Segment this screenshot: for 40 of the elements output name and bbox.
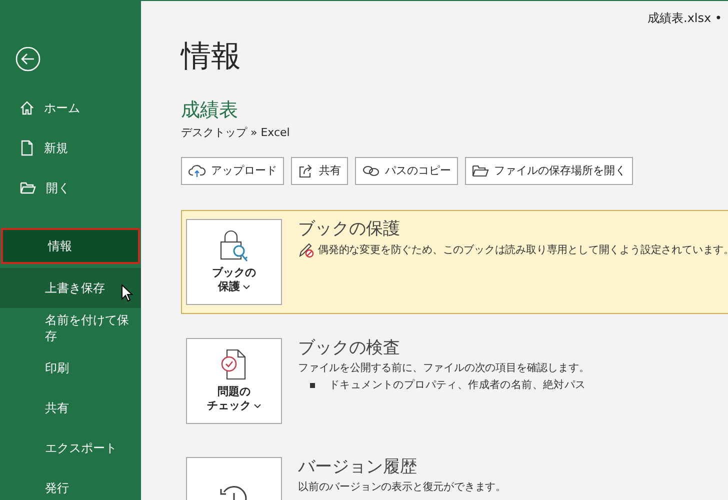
chevron-down-icon [243, 285, 250, 290]
sidebar-item[interactable]: 情報 [1, 228, 140, 264]
bullet-text: ドキュメントのプロパティ、作成者の名前、絶対パス [329, 378, 586, 392]
tile-button[interactable]: 問題の チェック [186, 338, 282, 424]
file-title: 成績表.xlsx • [648, 10, 723, 27]
action-button[interactable]: パスのコピー [355, 156, 458, 185]
sidebar-item[interactable]: ホーム [0, 88, 141, 128]
sidebar-item[interactable]: 上書き保存 [0, 268, 141, 308]
sidebar-item[interactable]: エクスポート [0, 428, 141, 468]
sidebar-item[interactable]: 名前を付けて保存 [0, 308, 141, 348]
mouse-pointer-icon [121, 284, 133, 302]
share-icon [298, 162, 314, 179]
action-button[interactable]: 共有 [291, 156, 348, 185]
action-button[interactable]: アップロード [181, 156, 284, 185]
section-description: ファイルを公開する前に、ファイルの次の項目を確認します。 [298, 361, 590, 376]
section-title: ブックの検査 [298, 338, 401, 358]
document-name: 成績表 [181, 99, 239, 122]
section-title: ブックの保護 [298, 218, 401, 240]
cloud-upload-icon [188, 164, 206, 178]
section-title: バージョン履歴 [298, 456, 418, 478]
back-button[interactable] [15, 46, 43, 72]
page-title: 情報 [181, 39, 242, 75]
folder-icon [20, 181, 36, 195]
section-description: 以前のバージョンの表示と復元ができます。 [298, 480, 506, 494]
sidebar-item[interactable]: 共有 [0, 388, 141, 428]
home-icon [20, 101, 34, 115]
folder-icon [472, 164, 489, 178]
sidebar-item[interactable]: 新規 [0, 128, 141, 168]
document-path: デスクトップ » Excel [181, 124, 291, 140]
chevron-down-icon [254, 404, 261, 408]
bullet-icon [310, 382, 315, 388]
sidebar-item[interactable]: 開く [0, 168, 141, 208]
document-icon [20, 140, 34, 156]
tile-button[interactable]: ブックの 保護 [186, 218, 282, 305]
sidebar-item[interactable]: 印刷 [0, 348, 141, 388]
link-icon [362, 164, 380, 178]
action-button[interactable]: ファイルの保存場所を開く [465, 156, 633, 185]
section-description: 偶発的な変更を防ぐため、このブックは読み取り専用として開くよう設定されています。 [318, 243, 728, 258]
lock-key-icon [219, 229, 249, 263]
sidebar-item[interactable]: 発行 [0, 468, 141, 500]
